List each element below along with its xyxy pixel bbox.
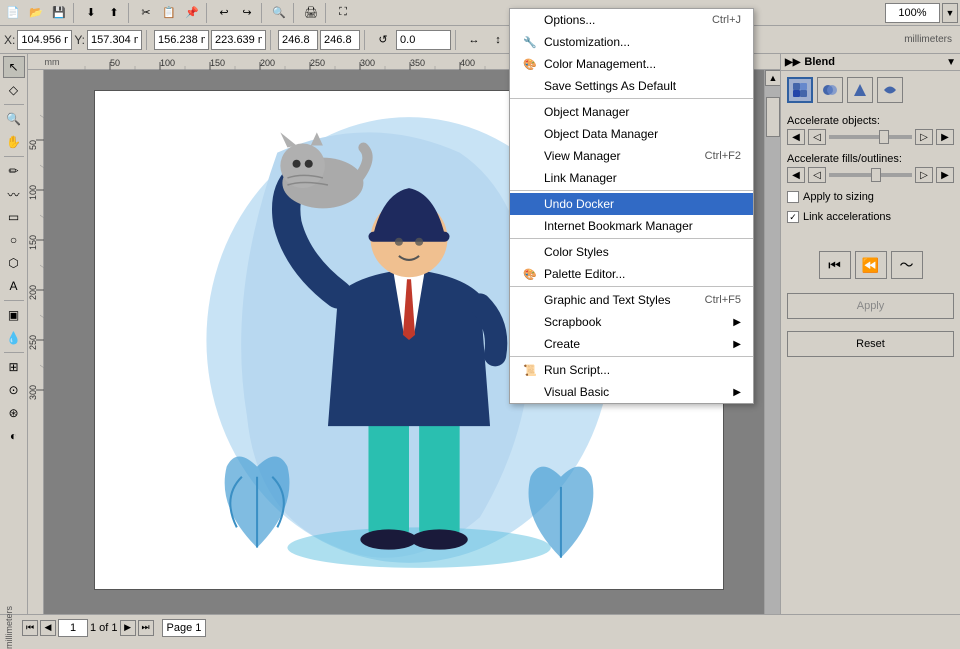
menu-item-run-script[interactable]: 📜 Run Script... bbox=[510, 359, 753, 381]
menu-item-link-manager[interactable]: Link Manager bbox=[510, 167, 753, 191]
undo-docker-icon bbox=[522, 196, 538, 212]
object-manager-icon bbox=[522, 104, 538, 120]
customization-icon: 🔧 bbox=[522, 34, 538, 50]
save-settings-label: Save Settings As Default bbox=[544, 79, 676, 93]
run-script-icon: 📜 bbox=[522, 362, 538, 378]
internet-bookmark-icon bbox=[522, 218, 538, 234]
scrapbook-icon bbox=[522, 314, 538, 330]
options-shortcut: Ctrl+J bbox=[712, 14, 741, 26]
visual-basic-arrow: ▶ bbox=[733, 387, 741, 398]
internet-bookmark-label: Internet Bookmark Manager bbox=[544, 219, 693, 233]
options-icon bbox=[522, 12, 538, 28]
object-data-label: Object Data Manager bbox=[544, 127, 658, 141]
menu-item-scrapbook[interactable]: Scrapbook ▶ bbox=[510, 311, 753, 333]
menu-item-graphic-text[interactable]: Graphic and Text Styles Ctrl+F5 bbox=[510, 289, 753, 311]
view-manager-icon bbox=[522, 148, 538, 164]
save-settings-icon bbox=[522, 78, 538, 94]
create-arrow: ▶ bbox=[733, 339, 741, 350]
visual-basic-icon bbox=[522, 384, 538, 400]
palette-editor-label: Palette Editor... bbox=[544, 267, 625, 281]
graphic-text-icon bbox=[522, 292, 538, 308]
color-styles-label: Color Styles bbox=[544, 245, 609, 259]
create-label: Create bbox=[544, 337, 580, 351]
object-data-icon bbox=[522, 126, 538, 142]
view-manager-label: View Manager bbox=[544, 149, 621, 163]
menu-item-color-styles[interactable]: Color Styles bbox=[510, 241, 753, 263]
menu-item-undo-docker[interactable]: Undo Docker bbox=[510, 193, 753, 215]
menu-item-options[interactable]: Options... Ctrl+J bbox=[510, 9, 753, 31]
view-manager-shortcut: Ctrl+F2 bbox=[705, 150, 741, 162]
menu-item-object-manager[interactable]: Object Manager bbox=[510, 101, 753, 123]
run-script-label: Run Script... bbox=[544, 363, 610, 377]
menu-item-customization[interactable]: 🔧 Customization... bbox=[510, 31, 753, 53]
window-menu: Options... Ctrl+J 🔧 Customization... 🎨 C… bbox=[509, 8, 754, 404]
menu-item-internet-bookmark[interactable]: Internet Bookmark Manager bbox=[510, 215, 753, 239]
menu-item-palette-editor[interactable]: 🎨 Palette Editor... bbox=[510, 263, 753, 287]
graphic-text-shortcut: Ctrl+F5 bbox=[705, 294, 741, 306]
object-manager-label: Object Manager bbox=[544, 105, 629, 119]
menu-item-create[interactable]: Create ▶ bbox=[510, 333, 753, 357]
palette-editor-icon: 🎨 bbox=[522, 266, 538, 282]
menu-item-save-settings[interactable]: Save Settings As Default bbox=[510, 75, 753, 99]
scrapbook-arrow: ▶ bbox=[733, 317, 741, 328]
undo-docker-label: Undo Docker bbox=[544, 197, 614, 211]
color-mgmt-label: Color Management... bbox=[544, 57, 656, 71]
customization-label: Customization... bbox=[544, 35, 630, 49]
visual-basic-label: Visual Basic bbox=[544, 385, 609, 399]
menu-item-visual-basic[interactable]: Visual Basic ▶ bbox=[510, 381, 753, 403]
menu-item-color-mgmt[interactable]: 🎨 Color Management... bbox=[510, 53, 753, 75]
menu-overlay[interactable]: Options... Ctrl+J 🔧 Customization... 🎨 C… bbox=[0, 0, 960, 640]
color-styles-icon bbox=[522, 244, 538, 260]
create-icon bbox=[522, 336, 538, 352]
menu-item-view-manager[interactable]: View Manager Ctrl+F2 bbox=[510, 145, 753, 167]
menu-item-object-data[interactable]: Object Data Manager bbox=[510, 123, 753, 145]
color-mgmt-icon: 🎨 bbox=[522, 56, 538, 72]
options-label: Options... bbox=[544, 13, 595, 27]
scrapbook-label: Scrapbook bbox=[544, 315, 601, 329]
link-manager-icon bbox=[522, 170, 538, 186]
link-manager-label: Link Manager bbox=[544, 171, 617, 185]
graphic-text-label: Graphic and Text Styles bbox=[544, 293, 671, 307]
